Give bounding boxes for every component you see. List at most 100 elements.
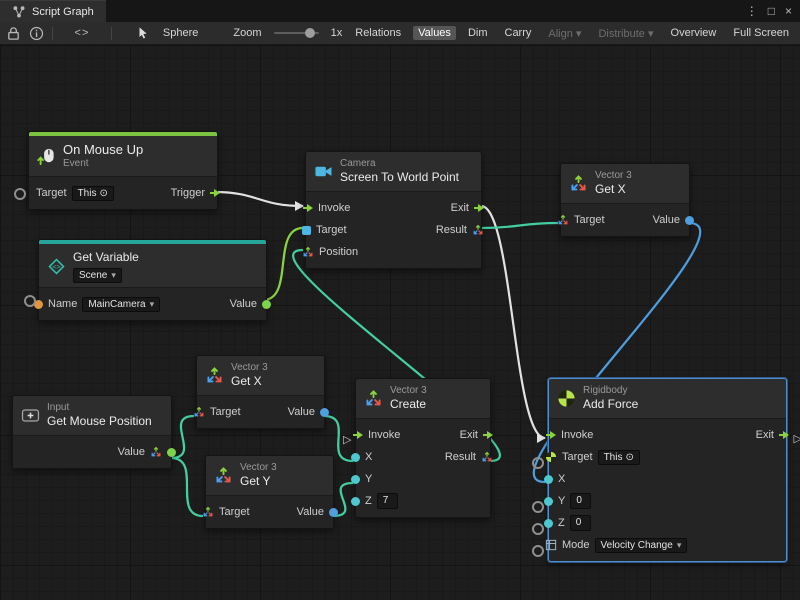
value-output-port[interactable] [685,216,694,225]
align-dropdown[interactable]: Align ▾ [543,26,586,41]
port-row: Value [13,441,171,463]
value-output-port[interactable] [320,408,329,417]
node-title: Get X [595,182,632,197]
zoom-slider[interactable] [274,32,319,34]
tab-script-graph[interactable]: Script Graph [0,0,106,22]
vector3-value-port-icon [150,446,162,458]
y-input-port[interactable] [544,497,553,506]
vector3-position-port[interactable] [302,246,314,258]
target-input-port[interactable] [14,188,26,200]
port-row: Target This ⊙ Trigger [29,182,217,204]
target-external-port[interactable] [532,457,544,469]
node-vector3-get-y[interactable]: Vector 3 Get Y Target Value [205,455,334,529]
node-on-mouse-up[interactable]: On Mouse Up Event Target This ⊙ Trigger [28,131,218,210]
toolbar-separator [52,27,53,40]
node-vector3-create[interactable]: Vector 3 Create Invoke Exit X Result [355,378,491,518]
trigger-flow-port[interactable] [210,189,220,197]
x-input-port[interactable] [351,453,360,462]
target-port-label: Target [562,451,593,463]
view-code-button[interactable]: <> [75,27,90,39]
value-output-port[interactable] [167,448,176,457]
z-value-field[interactable]: 7 [377,493,398,509]
z-input-port[interactable] [351,497,360,506]
values-button[interactable]: Values [413,26,456,40]
wire-trigger-to-invoke[interactable] [214,192,303,206]
port-row: Target Value [206,501,333,523]
mode-enum-port[interactable] [545,539,557,551]
invoke-flow-port[interactable] [353,431,363,439]
vector3-icon [364,389,383,408]
vector3-target-port[interactable] [202,506,214,518]
camera-type-port[interactable] [302,226,311,235]
z-value-field[interactable]: 0 [570,515,591,531]
node-header: Camera Screen To World Point [306,152,481,191]
distribute-dropdown[interactable]: Distribute ▾ [593,26,658,41]
camera-icon [314,162,333,181]
target-port-label: Target [316,224,347,236]
variable-name-dropdown[interactable]: MainCamera ▾ [82,297,160,312]
exit-flow-port[interactable] [483,431,493,439]
port-row: X [549,468,786,490]
exit-port-label: Exit [451,202,469,214]
z-external-port[interactable] [532,523,544,535]
exit-flow-port[interactable] [779,431,789,439]
carry-button[interactable]: Carry [500,26,537,40]
node-get-variable[interactable]: Get Variable Scene ▾ Name MainCamera ▾ V… [38,239,267,321]
name-external-port[interactable] [24,295,36,307]
wire-mousepos-to-gety-target[interactable] [171,458,203,516]
overview-button[interactable]: Overview [666,26,722,40]
node-title: Screen To World Point [340,170,459,185]
node-category: Vector 3 [390,385,427,397]
this-target-selector[interactable]: This ⊙ [72,186,114,201]
trigger-port-label: Trigger [171,187,205,199]
value-output-port[interactable] [329,508,338,517]
invoke-flow-port[interactable] [546,431,556,439]
invoke-external-port[interactable]: ▷ [343,435,351,446]
y-port-label: Y [558,495,565,507]
invoke-flow-port[interactable] [303,204,313,212]
this-target-selector[interactable]: This ⊙ [598,450,640,465]
window-close-button[interactable]: × [785,4,792,18]
value-output-port[interactable] [262,300,271,309]
node-vector3-get-x-mid[interactable]: Vector 3 Get X Target Value [196,355,325,429]
vector3-target-port[interactable] [557,214,569,226]
vector3-result-port[interactable] [472,224,484,236]
variable-scope-dropdown[interactable]: Scene ▾ [73,268,122,283]
vector3-icon [205,366,224,385]
exit-flow-port[interactable] [474,204,484,212]
window-maximize-button[interactable]: □ [768,4,775,18]
full-screen-button[interactable]: Full Screen [728,26,794,40]
node-subtitle: Event [63,158,143,170]
rigidbody-target-port[interactable] [545,451,557,463]
exit-external-port[interactable]: ▷ [794,434,800,445]
relations-button[interactable]: Relations [350,26,406,40]
port-row: Invoke Exit [356,424,490,446]
y-value-field[interactable]: 0 [570,493,591,509]
mode-external-port[interactable] [532,545,544,557]
graph-canvas[interactable]: On Mouse Up Event Target This ⊙ Trigger [0,45,800,600]
node-get-mouse-position[interactable]: Input Get Mouse Position Value [12,395,172,469]
wire-result-to-getx-target[interactable] [481,223,558,228]
exit-port-label: Exit [460,429,478,441]
node-vector3-get-x-top[interactable]: Vector 3 Get X Target Value [560,163,690,237]
dim-button[interactable]: Dim [463,26,493,40]
node-screen-to-world-point[interactable]: Camera Screen To World Point Invoke Exit… [305,151,482,269]
mode-dropdown[interactable]: Velocity Change ▾ [595,538,688,553]
info-button[interactable] [29,26,44,41]
y-external-port[interactable] [532,501,544,513]
zoom-slider-knob[interactable] [305,28,315,38]
node-add-force[interactable]: Rigidbody Add Force Invoke Exit Target T… [548,378,787,562]
window-menu-button[interactable]: ⋮ [746,4,758,18]
lock-button[interactable] [6,26,21,41]
y-input-port[interactable] [351,475,360,484]
invoke-port-label: Invoke [318,202,350,214]
node-header: Vector 3 Create [356,379,490,418]
vector3-target-port[interactable] [193,406,205,418]
z-input-port[interactable] [544,519,553,528]
value-port-label: Value [653,214,680,226]
value-port-label: Value [118,446,145,458]
node-header: Get Variable Scene ▾ [39,244,266,287]
vector3-result-port[interactable] [481,451,493,463]
x-input-port[interactable] [544,475,553,484]
this-label: This [604,452,623,463]
